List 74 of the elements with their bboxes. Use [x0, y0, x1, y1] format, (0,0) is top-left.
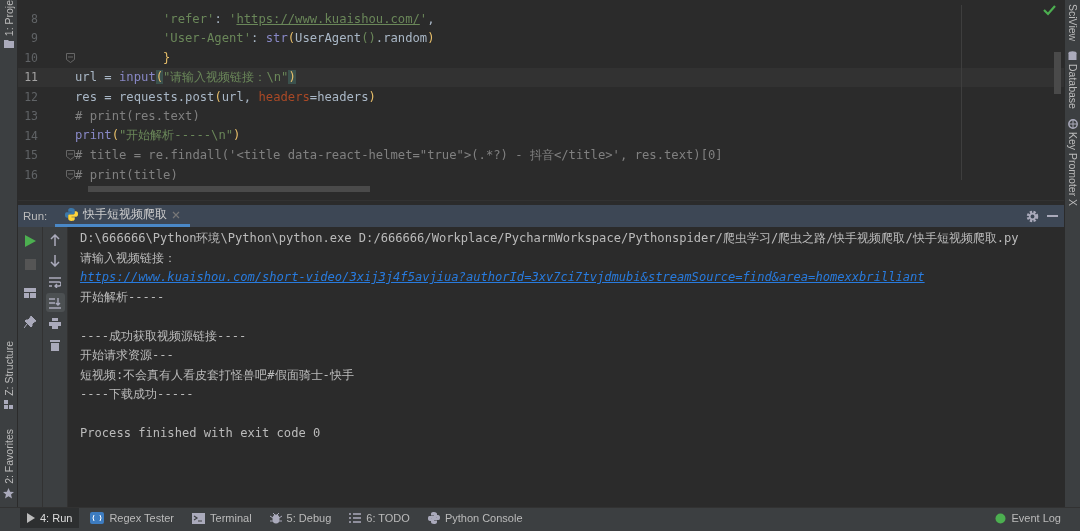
- console-link[interactable]: https://www.kuaishou.com/short-video/3xij3j4f5avjiua?authorId=3xv7ci7tvjdmubi&streamSource=find&area=homexxbrilliant: [80, 270, 925, 284]
- down-arrow-icon: [50, 254, 60, 267]
- tool-window-tab[interactable]: Database: [1066, 64, 1079, 110]
- line-number: 8: [30, 11, 38, 26]
- tool-window-tab[interactable]: Terminal: [185, 507, 259, 529]
- line-number: 9: [30, 31, 38, 46]
- fold-icon[interactable]: [66, 169, 75, 180]
- event-log-icon: [995, 512, 1007, 524]
- terminal-icon: [192, 512, 206, 524]
- regex-icon: [90, 512, 105, 524]
- code-line: }: [163, 50, 171, 65]
- layout-icon[interactable]: [24, 288, 36, 298]
- settings-icon[interactable]: [1026, 209, 1039, 223]
- code-line: 'User-Agent': str(UserAgent().random): [163, 31, 435, 46]
- line-number: 11: [23, 70, 38, 85]
- print-icon: [49, 318, 61, 329]
- console-line: Process finished with exit code 0: [80, 426, 321, 440]
- trash-icon: [50, 338, 60, 351]
- globe-icon: [1067, 119, 1078, 130]
- close-icon[interactable]: [172, 210, 181, 219]
- tool-window-tab[interactable]: 1: Proje: [2, 0, 15, 37]
- tool-window-tab[interactable]: Z: Structure: [2, 341, 15, 397]
- tool-window-tab[interactable]: Event Log: [988, 507, 1068, 529]
- play-icon: [27, 513, 35, 523]
- code-line: 'refer': 'https://www.kuaishou.com/',: [163, 11, 435, 26]
- code-line: res = requests.post(url, headers=headers): [75, 89, 376, 104]
- run-icon[interactable]: [24, 235, 36, 247]
- up-arrow-icon: [50, 233, 60, 246]
- wrap-icon: [49, 275, 61, 288]
- tool-window-tab[interactable]: Python Console: [420, 507, 530, 529]
- line-number: 14: [23, 128, 38, 143]
- tool-window-tab[interactable]: 4: Run: [20, 507, 80, 529]
- scrollbar-thumb[interactable]: [88, 185, 370, 192]
- console-line: D:\666666\Python环境\Python\python.exe D:/666666/Workplace/PycharmWorkspace/Pythonspider/爬虫学习/爬虫之路/快手视频爬取/快手短视频爬取.py: [80, 231, 1019, 245]
- scroll-to-end-icon: [49, 296, 61, 309]
- tool-window-tab[interactable]: 2: Favorites: [2, 429, 15, 484]
- panel-title: Run:: [22, 210, 48, 222]
- fold-icon[interactable]: [66, 150, 75, 161]
- python-icon: [65, 208, 79, 221]
- code-line: # print(title): [75, 167, 178, 182]
- line-number: 13: [23, 109, 38, 124]
- fold-icon[interactable]: [66, 52, 75, 63]
- folder-icon: [3, 40, 14, 49]
- tool-window-tab[interactable]: Key Promoter X: [1066, 132, 1079, 207]
- console-line: 短视频:不会真有人看皮套打怪兽吧#假面骑士-快手: [80, 367, 354, 382]
- console-line: ----成功获取视频源链接----: [80, 328, 247, 343]
- tool-window-tab[interactable]: Regex Tester: [83, 507, 182, 529]
- database-icon: [1068, 51, 1077, 62]
- console-line: ----下载成功-----: [80, 387, 194, 401]
- code-line: # print(res.text): [75, 109, 200, 124]
- tool-window-tab[interactable]: 6: TODO: [342, 507, 417, 529]
- list-icon: [349, 513, 362, 523]
- line-number: 10: [23, 50, 38, 65]
- console-line: 请输入视频链接：: [80, 250, 176, 265]
- run-tab[interactable]: 快手短视频爬取: [55, 205, 191, 227]
- line-number: 15: [23, 148, 38, 163]
- console-line: 开始请求资源---: [80, 348, 174, 362]
- bug-icon: [269, 512, 282, 524]
- code-line: print("开始解析-----\n"): [75, 127, 241, 145]
- pin-icon[interactable]: [24, 316, 36, 328]
- check-icon: [1043, 5, 1056, 17]
- code-line: url = input("请输入视频链接：\n"): [75, 68, 296, 86]
- scrollbar-thumb[interactable]: [1054, 52, 1061, 94]
- tool-window-tab[interactable]: 5: Debug: [262, 507, 339, 529]
- tool-window-tab[interactable]: SciView: [1066, 4, 1079, 42]
- toolbar-button[interactable]: [45, 293, 65, 312]
- structure-icon: [4, 400, 13, 410]
- python-icon: [427, 512, 440, 524]
- star-icon: [3, 488, 14, 499]
- line-number: 12: [23, 89, 38, 104]
- code-line: # title = re.findall('<title data-react-helmet="true">(.*?) - 抖音</title>', res.text)[0]: [75, 146, 723, 164]
- minimize-icon[interactable]: [1047, 214, 1058, 218]
- console-line: 开始解析-----: [80, 289, 165, 304]
- line-number: 16: [23, 167, 38, 182]
